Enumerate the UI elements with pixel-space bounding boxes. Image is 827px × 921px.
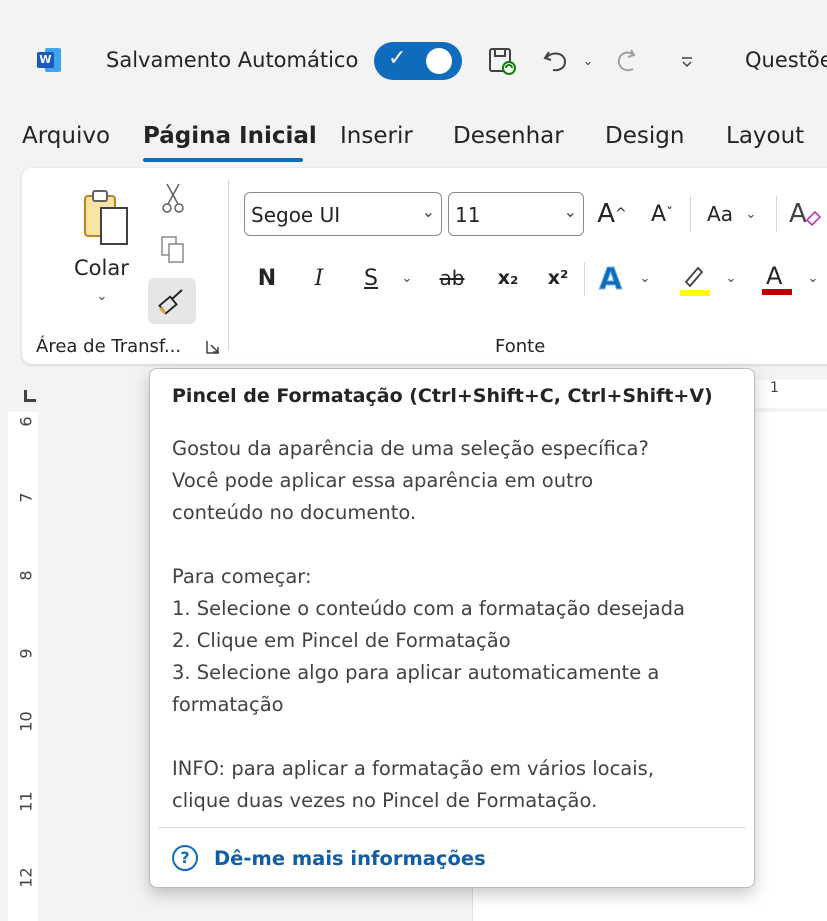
- tooltip-divider: [158, 827, 746, 828]
- group-divider: [228, 180, 229, 350]
- font-size-value: 11: [455, 203, 481, 227]
- tooltip-title: Pincel de Formatação (Ctrl+Shift+C, Ctrl…: [172, 385, 713, 407]
- tooltip-info: clique duas vezes no Pincel de Formataçã…: [172, 789, 598, 812]
- tab-design[interactable]: Design: [605, 123, 684, 149]
- tab-arquivo[interactable]: Arquivo: [22, 123, 110, 149]
- format-painter-icon[interactable]: [148, 278, 196, 324]
- strikethrough-button[interactable]: ab: [432, 260, 472, 296]
- ruler-number: 1: [770, 380, 779, 396]
- save-icon[interactable]: [482, 44, 522, 78]
- highlight-dropdown-icon[interactable]: ⌄: [722, 268, 740, 288]
- copy-icon[interactable]: [156, 232, 190, 268]
- font-name-combo[interactable]: Segoe UI ⌄: [244, 192, 442, 236]
- format-painter-tooltip: Pincel de Formatação (Ctrl+Shift+C, Ctrl…: [149, 368, 755, 888]
- tooltip-step: 1. Selecione o conteúdo com a formatação…: [172, 597, 685, 620]
- ruler-number: 12: [16, 867, 36, 888]
- svg-text:A: A: [789, 199, 807, 229]
- redo-icon[interactable]: [608, 44, 648, 78]
- font-group-label: Fonte: [495, 336, 546, 357]
- tab-desenhar[interactable]: Desenhar: [453, 123, 564, 149]
- cut-icon[interactable]: [158, 180, 188, 216]
- autosave-label: Salvamento Automático: [106, 48, 359, 72]
- italic-button[interactable]: I: [302, 260, 336, 296]
- font-color-icon[interactable]: A: [756, 258, 796, 298]
- tab-pagina-inicial[interactable]: Página Inicial: [143, 123, 317, 149]
- change-case-button[interactable]: Aa: [700, 194, 740, 234]
- active-tab-indicator: [143, 158, 303, 162]
- text-effects-icon[interactable]: A: [594, 258, 630, 298]
- check-icon: ✓: [388, 46, 407, 71]
- help-icon[interactable]: ?: [172, 845, 198, 871]
- superscript-button[interactable]: x²: [540, 260, 576, 296]
- clipboard-group-label: Área de Transf...: [36, 336, 182, 357]
- underline-dropdown-icon[interactable]: ⌄: [398, 268, 416, 288]
- tooltip-text: Você pode aplicar essa aparência em outr…: [172, 469, 594, 492]
- undo-icon[interactable]: [536, 44, 576, 78]
- font-separator: [690, 196, 691, 232]
- tab-inserir[interactable]: Inserir: [340, 123, 413, 149]
- clipboard-paste-icon[interactable]: [72, 186, 138, 250]
- tab-layout[interactable]: Layout: [726, 123, 804, 149]
- shrink-font-icon[interactable]: Aˇ: [644, 194, 680, 234]
- tooltip-text: Para começar:: [172, 565, 312, 588]
- paste-label[interactable]: Colar: [74, 256, 129, 280]
- autosave-toggle[interactable]: ✓: [374, 42, 462, 80]
- tooltip-info: INFO: para aplicar a formatação em vário…: [172, 757, 655, 780]
- chevron-down-icon: ⌄: [563, 202, 577, 221]
- chevron-down-icon: ⌄: [421, 202, 435, 221]
- font-size-combo[interactable]: 11 ⌄: [448, 192, 584, 236]
- change-case-dropdown-icon[interactable]: ⌄: [742, 204, 760, 224]
- tooltip-step: 3. Selecione algo para aplicar automatic…: [172, 661, 660, 684]
- svg-text:A: A: [766, 262, 783, 290]
- ruler-number: 11: [16, 791, 36, 812]
- tooltip-text: conteúdo no documento.: [172, 501, 417, 524]
- text-effects-dropdown-icon[interactable]: ⌄: [636, 268, 654, 288]
- ruler-number: 10: [16, 711, 36, 732]
- ruler-number: 8: [16, 570, 36, 581]
- svg-text:A: A: [599, 262, 623, 295]
- ruler-number: 9: [16, 648, 36, 659]
- tab-stop-selector-icon[interactable]: [24, 390, 36, 402]
- ruler-number: 6: [16, 416, 36, 427]
- paste-dropdown-icon[interactable]: ⌄: [92, 286, 112, 306]
- tooltip-step: formatação: [172, 693, 284, 716]
- font-name-value: Segoe UI: [251, 203, 341, 227]
- highlight-icon[interactable]: [674, 258, 714, 298]
- clear-formatting-icon[interactable]: A: [786, 194, 822, 234]
- ruler-number: 7: [16, 492, 36, 503]
- font-color-dropdown-icon[interactable]: ⌄: [804, 268, 822, 288]
- learn-more-link[interactable]: Dê-me mais informações: [214, 847, 486, 870]
- word-icon[interactable]: W: [37, 48, 61, 72]
- grow-font-icon[interactable]: A ^: [594, 194, 630, 234]
- document-title[interactable]: Questõe: [745, 48, 827, 72]
- tooltip-text: Gostou da aparência de uma seleção espec…: [172, 437, 649, 460]
- subscript-button[interactable]: x₂: [490, 260, 526, 296]
- font-separator: [776, 196, 777, 232]
- dialog-launcher-icon[interactable]: [204, 338, 222, 356]
- horizontal-ruler-strip: [752, 380, 827, 408]
- undo-dropdown-icon[interactable]: ⌄: [578, 44, 598, 78]
- tooltip-step: 2. Clique em Pincel de Formatação: [172, 629, 511, 652]
- underline-button[interactable]: S: [354, 260, 388, 296]
- bold-button[interactable]: N: [250, 260, 284, 296]
- toggle-knob: [426, 48, 452, 74]
- customize-qat-icon[interactable]: [672, 44, 702, 78]
- font-separator: [584, 262, 585, 296]
